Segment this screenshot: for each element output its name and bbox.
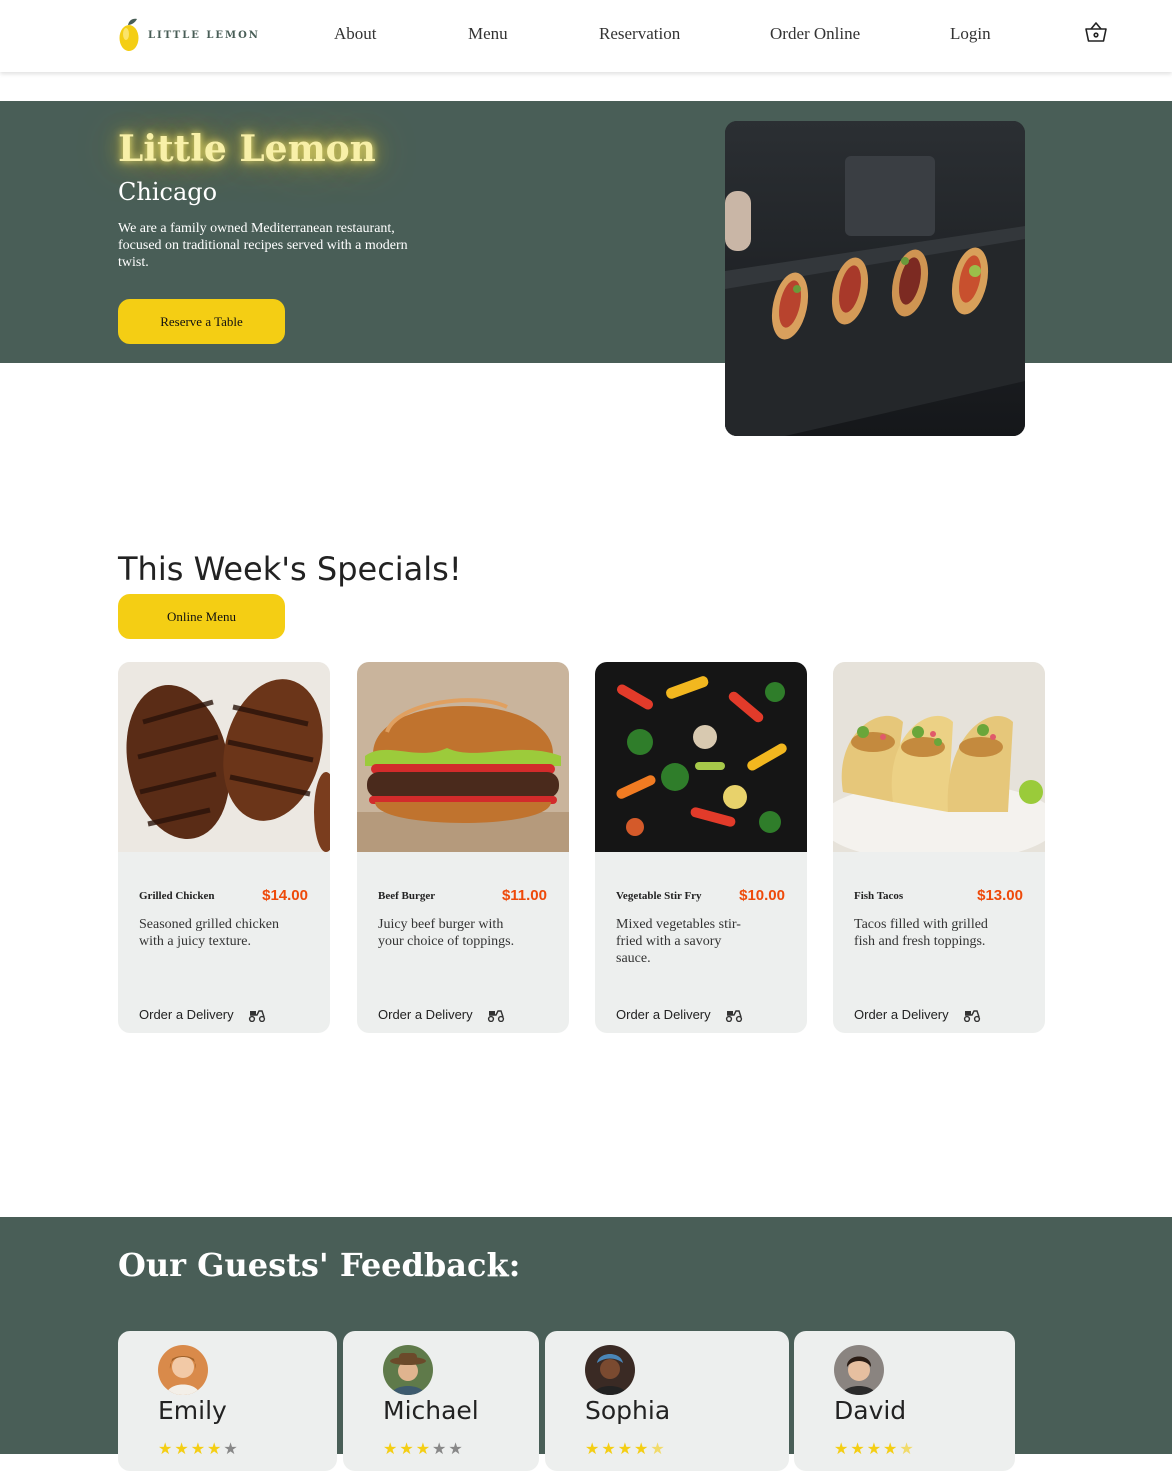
special-price: $14.00 (262, 887, 308, 904)
nav-reservation[interactable]: Reservation (599, 24, 680, 44)
special-price: $11.00 (501, 887, 547, 904)
special-name: Grilled Chicken (139, 890, 215, 902)
feedback-title: Our Guests' Feedback: (118, 1246, 521, 1284)
avatar (383, 1345, 433, 1395)
basket-icon[interactable] (1084, 21, 1108, 48)
delivery-scooter-icon (248, 1009, 265, 1022)
special-price: $13.00 (977, 887, 1023, 904)
rating-stars: ★★★★★ (158, 1441, 240, 1458)
reviewer-name: Sophia (585, 1396, 671, 1425)
special-card-vegetable-stir-fry[interactable]: Vegetable Stir Fry $10.00 Mixed vegetabl… (595, 662, 807, 1033)
reviewer-name: David (834, 1396, 907, 1425)
special-card-fish-tacos[interactable]: Fish Tacos $13.00 Tacos filled with gril… (833, 662, 1045, 1033)
review-card-emily: ★★★★★ (118, 1331, 337, 1471)
nav-menu[interactable]: Menu (468, 24, 508, 44)
special-name: Vegetable Stir Fry (616, 890, 702, 902)
reserve-table-button[interactable]: Reserve a Table (118, 299, 285, 344)
reviewer-name: Emily (158, 1396, 227, 1425)
delivery-scooter-icon (487, 1009, 504, 1022)
special-name: Fish Tacos (854, 890, 904, 902)
special-description: Mixed vegetables stir-fried with a savor… (616, 917, 741, 966)
special-price: $10.00 (739, 887, 785, 904)
order-delivery-label: Order a Delivery (378, 1007, 473, 1022)
order-delivery-label: Order a Delivery (139, 1007, 234, 1022)
fish-tacos-image (833, 662, 1045, 852)
reviewer-name: Michael (383, 1396, 479, 1425)
logo[interactable]: LITTLE LEMON (118, 17, 260, 53)
special-card-beef-burger[interactable]: Beef Burger $11.00 Juicy beef burger wit… (357, 662, 569, 1033)
lemon-logo-icon (119, 18, 139, 51)
order-delivery-link[interactable]: Order a Delivery (139, 1007, 266, 1022)
rating-stars: ★★★★★ (383, 1441, 465, 1458)
hero-image (725, 121, 1025, 436)
nav-about[interactable]: About (334, 24, 377, 44)
beef-burger-image (357, 662, 569, 852)
order-delivery-label: Order a Delivery (854, 1007, 949, 1022)
delivery-scooter-icon (963, 1009, 980, 1022)
special-description: Juicy beef burger with your choice of to… (378, 917, 515, 949)
brand-name: LITTLE LEMON (148, 29, 260, 41)
special-card-grilled-chicken[interactable]: Grilled Chicken $14.00 Seasoned grilled … (118, 662, 330, 1033)
grilled-chicken-image (118, 662, 330, 852)
delivery-scooter-icon (725, 1009, 742, 1022)
hero-title: Little Lemon (118, 128, 376, 170)
order-delivery-link[interactable]: Order a Delivery (854, 1007, 981, 1022)
special-description: Seasoned grilled chicken with a juicy te… (139, 917, 279, 949)
specials-title: This Week's Specials! (118, 550, 462, 588)
top-nav: LITTLE LEMON About Menu Reservation Orde… (0, 0, 1172, 72)
avatar (158, 1345, 208, 1395)
nav-order-online[interactable]: Order Online (770, 24, 860, 44)
special-description: Tacos filled with grilled fish and fresh… (854, 917, 988, 949)
nav-login[interactable]: Login (950, 24, 991, 44)
order-delivery-label: Order a Delivery (616, 1007, 711, 1022)
order-delivery-link[interactable]: Order a Delivery (616, 1007, 743, 1022)
hero-subtitle: Chicago (118, 178, 218, 206)
avatar (585, 1345, 635, 1395)
order-delivery-link[interactable]: Order a Delivery (378, 1007, 505, 1022)
avatar (834, 1345, 884, 1395)
special-name: Beef Burger (378, 890, 436, 902)
rating-stars: ★★★★★ (834, 1441, 916, 1458)
rating-stars: ★★★★★ (585, 1441, 667, 1458)
vegetable-stir-fry-image (595, 662, 807, 852)
hero-description: We are a family owned Mediterranean rest… (118, 221, 408, 270)
online-menu-button[interactable]: Online Menu (118, 594, 285, 639)
